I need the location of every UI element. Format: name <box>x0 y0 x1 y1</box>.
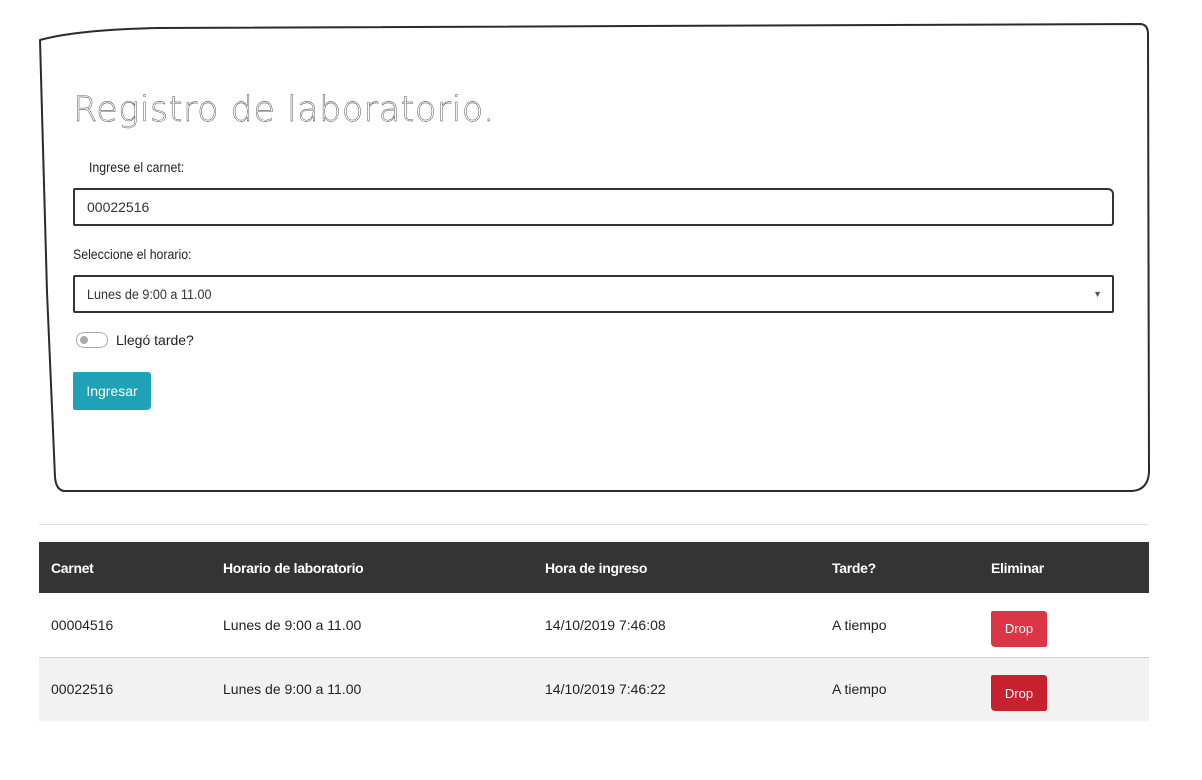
records-table: Carnet Horario de laboratorio Hora de in… <box>39 542 1149 721</box>
cell-tarde: A tiempo <box>820 656 979 721</box>
cell-carnet: 00004516 <box>39 593 211 657</box>
chevron-down-icon: ▼ <box>1093 289 1102 299</box>
late-toggle-label[interactable]: Llegó tarde? <box>116 332 194 348</box>
cell-hora-ingreso: 14/10/2019 7:46:22 <box>533 656 820 721</box>
horario-label: Seleccione el horario: <box>73 246 192 262</box>
registration-form: Registro de laboratorio. Ingrese el carn… <box>36 22 1152 494</box>
cell-carnet: 00022516 <box>39 656 211 721</box>
table-row: 00022516 Lunes de 9:00 a 11.00 14/10/201… <box>39 656 1149 721</box>
cell-horario: Lunes de 9:00 a 11.00 <box>211 656 533 721</box>
drop-button[interactable]: Drop <box>991 610 1047 647</box>
cell-tarde: A tiempo <box>820 593 979 657</box>
toggle-knob-icon <box>80 335 88 344</box>
cell-eliminar: Drop <box>979 593 1149 657</box>
cell-eliminar: Drop <box>979 656 1149 721</box>
header-horario: Horario de laboratorio <box>211 542 533 593</box>
late-toggle[interactable] <box>76 332 108 348</box>
header-tarde: Tarde? <box>820 542 979 593</box>
cell-horario: Lunes de 9:00 a 11.00 <box>211 593 533 657</box>
horario-select[interactable]: Lunes de 9:00 a 11.00 ▼ <box>73 275 1114 313</box>
header-carnet: Carnet <box>39 542 211 593</box>
header-eliminar: Eliminar <box>979 542 1149 593</box>
section-divider <box>39 524 1149 525</box>
carnet-label: Ingrese el carnet: <box>89 159 185 175</box>
table-row: 00004516 Lunes de 9:00 a 11.00 14/10/201… <box>39 593 1149 657</box>
late-toggle-row: Llegó tarde? <box>76 332 194 348</box>
carnet-input[interactable] <box>73 188 1114 226</box>
header-hora-ingreso: Hora de ingreso <box>533 542 820 593</box>
drop-button[interactable]: Drop <box>991 675 1047 712</box>
ingresar-button[interactable]: Ingresar <box>73 372 151 410</box>
page-title: Registro de laboratorio. <box>73 90 495 130</box>
table-header-row: Carnet Horario de laboratorio Hora de in… <box>39 542 1149 593</box>
cell-hora-ingreso: 14/10/2019 7:46:08 <box>533 593 820 657</box>
horario-selected-value: Lunes de 9:00 a 11.00 <box>87 286 212 302</box>
